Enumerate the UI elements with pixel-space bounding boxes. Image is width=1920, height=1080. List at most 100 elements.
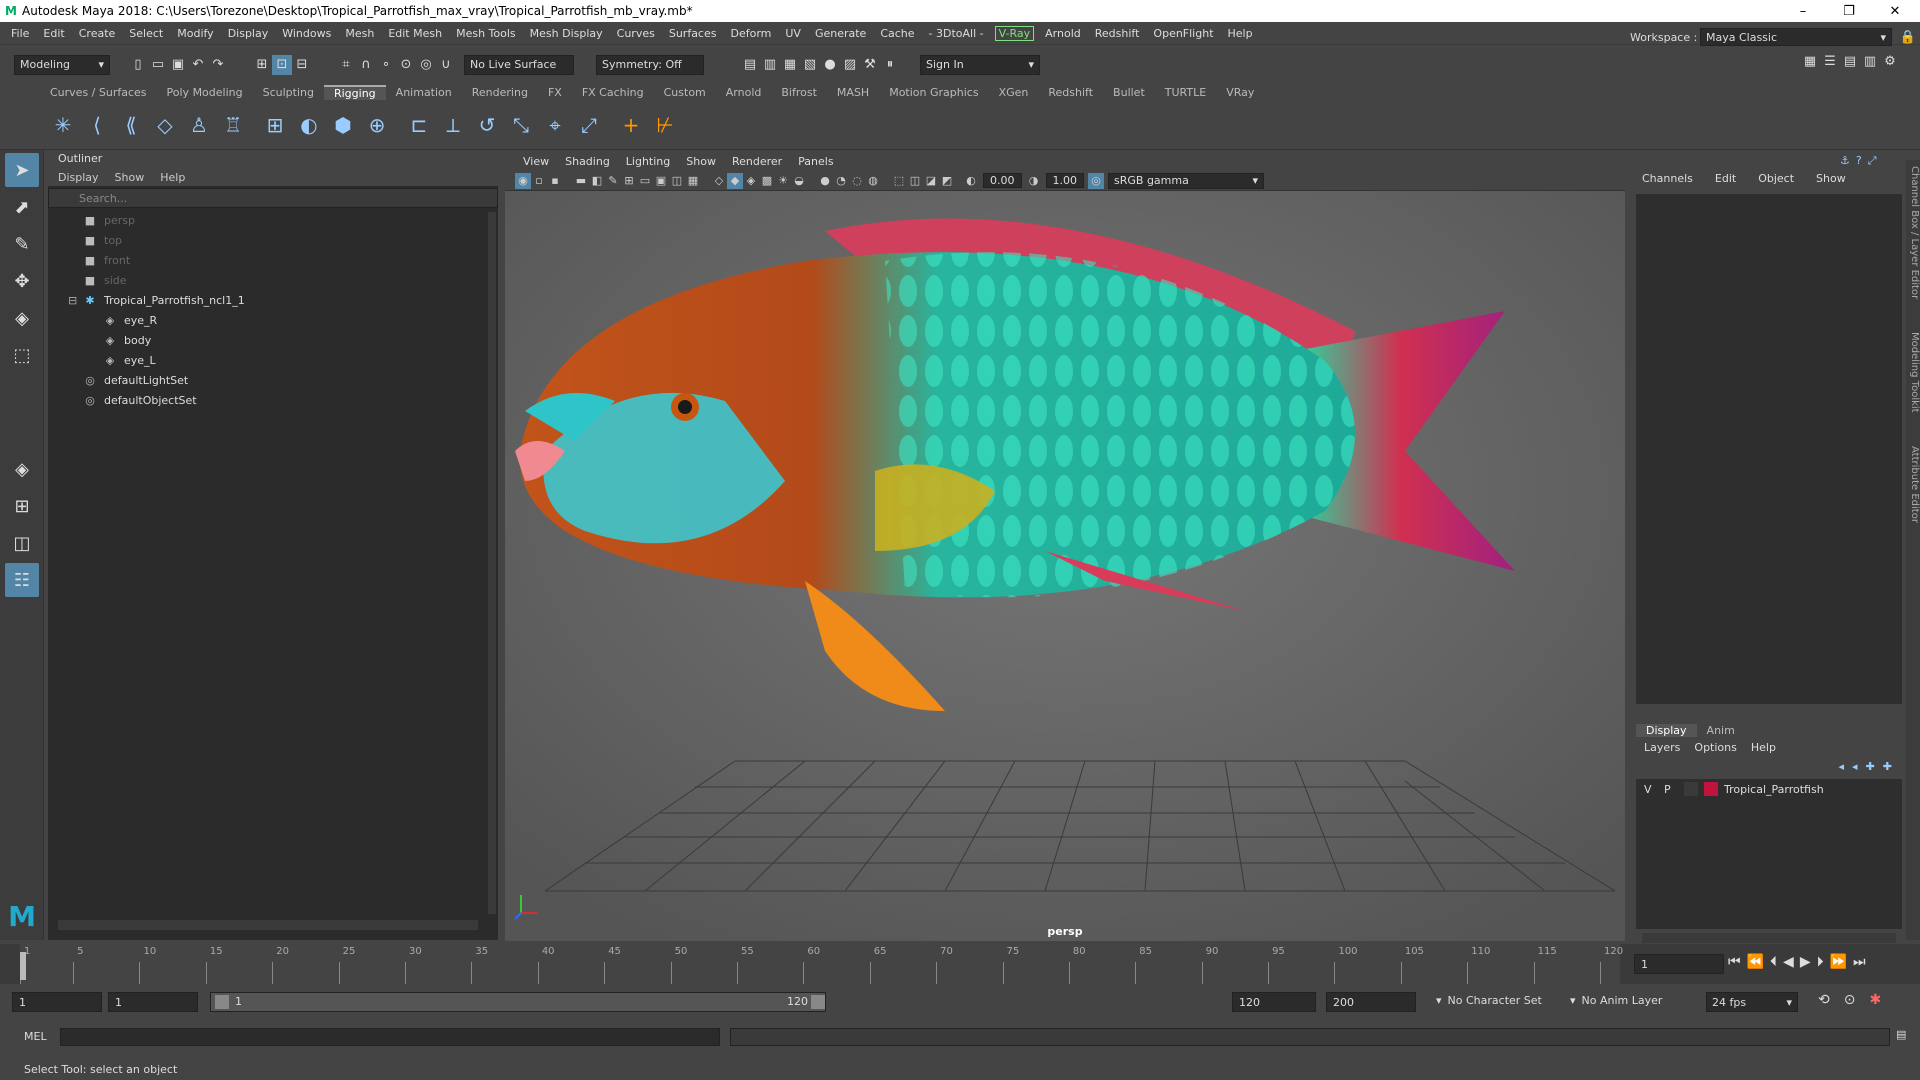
antialiasing-icon[interactable]: ◌ — [849, 173, 865, 189]
viewport-menu-lighting[interactable]: Lighting — [618, 155, 678, 168]
move-layer-up-icon[interactable]: ◂ — [1839, 760, 1845, 773]
layer-color-swatch[interactable] — [1704, 782, 1718, 796]
layer-type-toggle[interactable] — [1684, 782, 1698, 796]
attribute-editor-side-tab[interactable]: Attribute Editor — [1909, 446, 1920, 523]
constraint-orient-icon[interactable]: ↺ — [470, 108, 504, 142]
snap-point-icon[interactable]: ∘ — [376, 55, 396, 75]
outliner-layout-icon[interactable]: ☷ — [5, 563, 39, 597]
shelf-tab-animation[interactable]: Animation — [386, 86, 462, 99]
anim-tab[interactable]: Anim — [1697, 724, 1745, 737]
scale-tool-icon[interactable]: ⬚ — [5, 338, 39, 372]
lock-icon[interactable]: 🔒 — [1898, 27, 1918, 47]
bind-skin-icon[interactable]: ⊞ — [258, 108, 292, 142]
maximize-button[interactable]: ❐ — [1826, 0, 1872, 22]
snap-grid-icon[interactable]: ⌗ — [336, 55, 356, 75]
menu-redshift[interactable]: Redshift — [1088, 27, 1147, 40]
time-slider[interactable]: 1 5 10 15 20 25 30 35 40 45 50 55 60 65 70 75 80 85 90 95 10… — [0, 944, 1920, 984]
go-to-start-icon[interactable]: ⏮ — [1728, 954, 1741, 970]
wireframe-on-shaded-icon[interactable]: ◈ — [743, 173, 759, 189]
shadows-icon[interactable]: ◒ — [791, 173, 807, 189]
menu-3dtoall[interactable]: - 3DtoAll - — [922, 27, 991, 40]
xray-components-icon[interactable]: ◩ — [939, 173, 955, 189]
depth-of-field-icon[interactable]: ◍ — [865, 173, 881, 189]
step-forward-frame-icon[interactable]: ⏵ — [1817, 954, 1824, 970]
layer-row[interactable]: V P Tropical_Parrotfish — [1636, 779, 1902, 799]
open-scene-icon[interactable]: ▭ — [148, 55, 168, 75]
menu-cache[interactable]: Cache — [873, 27, 921, 40]
playback-start-field[interactable]: 1 — [108, 992, 198, 1012]
menu-vray[interactable]: V-Ray — [994, 25, 1035, 41]
channel-box-menu-show[interactable]: Show — [1816, 172, 1846, 185]
time-ruler[interactable]: 1 5 10 15 20 25 30 35 40 45 50 55 60 65 70 75 80 85 90 95 10… — [20, 944, 1623, 984]
tool-settings-toggle-icon[interactable]: ⚙ — [1880, 51, 1900, 71]
smooth-shade-icon[interactable]: ◆ — [727, 172, 743, 189]
exposure-field[interactable]: 0.00 — [983, 173, 1022, 188]
motion-blur-icon[interactable]: ◔ — [833, 173, 849, 189]
gamma-icon[interactable]: ◑ — [1026, 173, 1042, 189]
outliner-item[interactable]: ◈ eye_R — [48, 310, 498, 330]
menu-generate[interactable]: Generate — [808, 27, 873, 40]
outliner-menu-display[interactable]: Display — [58, 171, 99, 184]
joint-tool-icon[interactable]: ✳ — [46, 108, 80, 142]
render-frame-icon[interactable]: ▤ — [740, 55, 760, 75]
expand-toggle-icon[interactable]: ⊟ — [68, 294, 82, 307]
outliner-item[interactable]: ◎ defaultObjectSet — [48, 390, 498, 410]
human-ik-icon[interactable]: ♖ — [216, 108, 250, 142]
channel-box-lock-icon[interactable]: ⚓ — [1840, 154, 1850, 168]
hypershade-icon[interactable]: ● — [820, 55, 840, 75]
viewport-menu-view[interactable]: View — [515, 155, 557, 168]
menu-windows[interactable]: Windows — [275, 27, 338, 40]
new-scene-icon[interactable]: ▯ — [128, 55, 148, 75]
layers-menu[interactable]: Layers — [1644, 741, 1680, 754]
channel-box-menu-edit[interactable]: Edit — [1715, 172, 1736, 185]
help-menu[interactable]: Help — [1751, 741, 1776, 754]
gate-mask-icon[interactable]: ◫ — [669, 173, 685, 189]
constraint-aim-icon[interactable]: ⌖ — [538, 108, 572, 142]
shelf-tab-custom[interactable]: Custom — [654, 86, 716, 99]
animation-start-field[interactable]: 1 — [12, 992, 102, 1012]
menu-uv[interactable]: UV — [778, 27, 808, 40]
play-forwards-icon[interactable]: ▶ — [1800, 954, 1811, 970]
character-set-dropdown[interactable]: ▾ No Character Set — [1436, 994, 1542, 1007]
constraint-scale-icon[interactable]: ⤡ — [504, 108, 538, 142]
mirror-joint-icon[interactable]: ◇ — [148, 108, 182, 142]
current-time-marker[interactable] — [20, 952, 26, 980]
mel-label[interactable]: MEL — [24, 1030, 47, 1043]
menu-file[interactable]: File — [4, 27, 36, 40]
grid-toggle-icon[interactable]: ⊞ — [621, 173, 637, 189]
menu-set-dropdown[interactable]: Modeling ▾ — [14, 54, 110, 75]
shelf-tab-sculpting[interactable]: Sculpting — [253, 86, 324, 99]
outliner-vertical-scrollbar[interactable] — [488, 212, 496, 914]
shelf-tab-redshift[interactable]: Redshift — [1038, 86, 1103, 99]
film-gate-icon[interactable]: ▭ — [637, 173, 653, 189]
channel-box-menu-object[interactable]: Object — [1758, 172, 1794, 185]
play-backwards-icon[interactable]: ◀ — [1783, 954, 1794, 970]
channel-box-menu-channels[interactable]: Channels — [1642, 172, 1693, 185]
wireframe-icon[interactable]: ◇ — [711, 173, 727, 189]
shelf-tab-vray[interactable]: VRay — [1216, 86, 1264, 99]
constraint-pole-icon[interactable]: ⤢ — [572, 108, 606, 142]
outliner-item[interactable]: ■ side — [48, 270, 498, 290]
animation-prefs-icon[interactable]: ✱ — [1869, 992, 1881, 1008]
shelf-tab-fx-caching[interactable]: FX Caching — [572, 86, 654, 99]
constraint-point-icon[interactable]: ⟂ — [436, 108, 470, 142]
viewport-panel[interactable]: persp — [505, 151, 1625, 941]
ik-handle-icon[interactable]: ⟨ — [80, 108, 114, 142]
isolate-select-icon[interactable]: ⬚ — [891, 173, 907, 189]
new-layer-icon[interactable]: ✚ — [1866, 760, 1875, 773]
fps-dropdown[interactable]: 24 fps ▾ — [1706, 992, 1798, 1012]
shelf-tab-bifrost[interactable]: Bifrost — [771, 86, 827, 99]
ambient-occlusion-icon[interactable]: ● — [817, 173, 833, 189]
xray-joints-icon[interactable]: ◪ — [923, 173, 939, 189]
outliner-toggle-icon[interactable]: ☰ — [1820, 51, 1840, 71]
shelf-tab-arnold[interactable]: Arnold — [716, 86, 772, 99]
outliner-item[interactable]: ◈ body — [48, 330, 498, 350]
grease-pencil-icon[interactable]: ✎ — [605, 173, 621, 189]
viewport-menu-shading[interactable]: Shading — [557, 155, 618, 168]
viewport-menu-panels[interactable]: Panels — [790, 155, 841, 168]
paint-weights-icon[interactable]: ◐ — [292, 108, 326, 142]
select-component-icon[interactable]: ⊟ — [292, 55, 312, 75]
display-tab[interactable]: Display — [1636, 724, 1697, 737]
color-management-icon[interactable]: ◎ — [1088, 172, 1104, 189]
menu-openflight[interactable]: OpenFlight — [1146, 27, 1220, 40]
